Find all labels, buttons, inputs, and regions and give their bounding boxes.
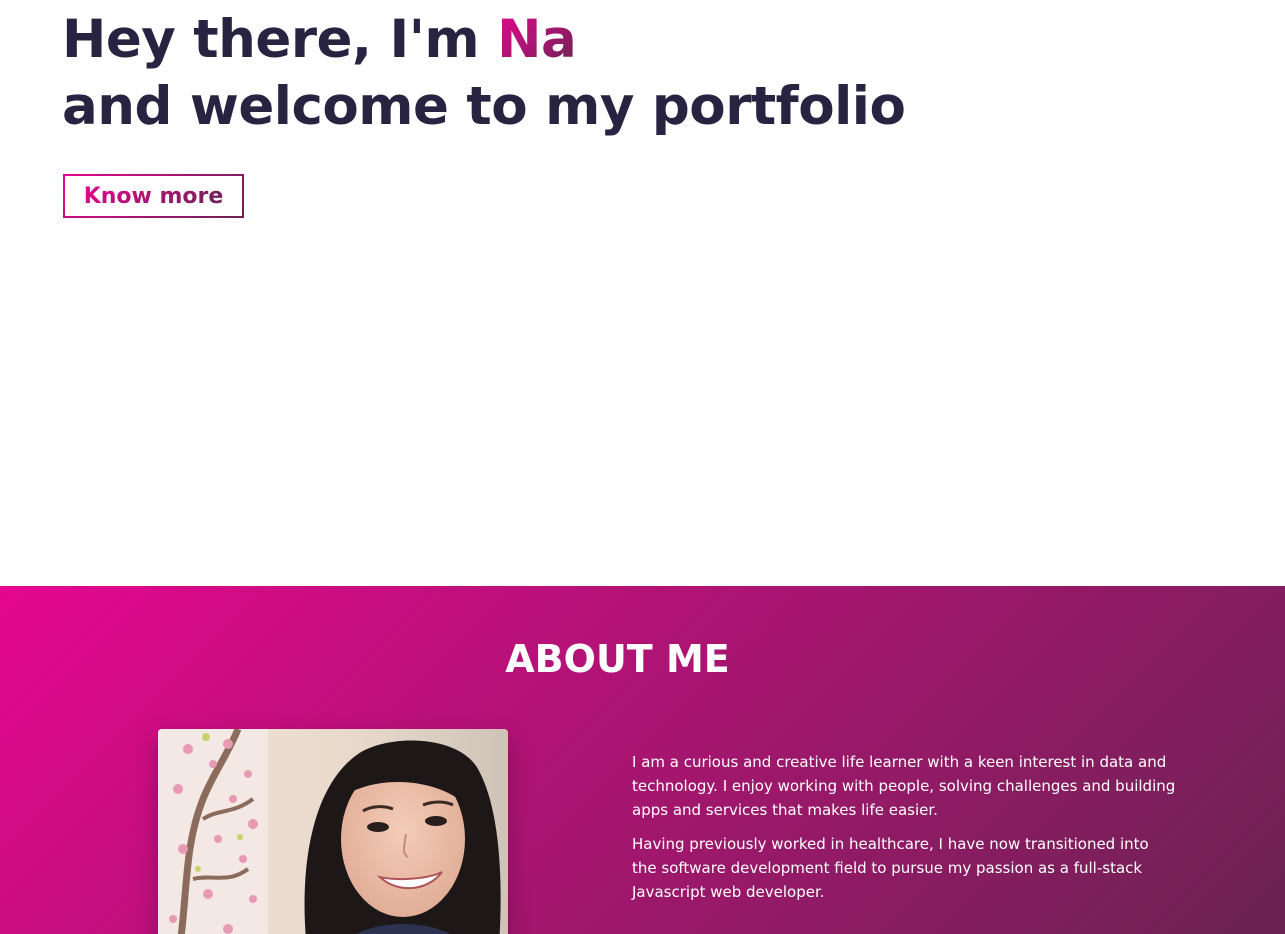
about-section: ABOUT ME I am a curious and creative lif… [0, 586, 1285, 934]
profile-photo [158, 729, 508, 934]
about-text: I am a curious and creative life learner… [632, 750, 1177, 914]
about-paragraph-2: Having previously worked in healthcare, … [632, 835, 1149, 901]
about-paragraph-1: I am a curious and creative life learner… [632, 753, 1176, 819]
hero-name: Na [497, 9, 577, 70]
know-more-button[interactable]: Know more [63, 174, 244, 218]
hero-section: Hey there, I'm Na and welcome to my port… [0, 0, 1285, 586]
hero-title-line-1: Hey there, I'm Na [62, 6, 905, 73]
know-more-label: Know more [83, 183, 224, 209]
about-heading: ABOUT ME [505, 637, 730, 681]
hero-title-line-2: and welcome to my portfolio [62, 76, 906, 137]
hero-title-prefix: Hey there, I'm [62, 9, 498, 70]
hero-title: Hey there, I'm Na and welcome to my port… [62, 6, 906, 140]
